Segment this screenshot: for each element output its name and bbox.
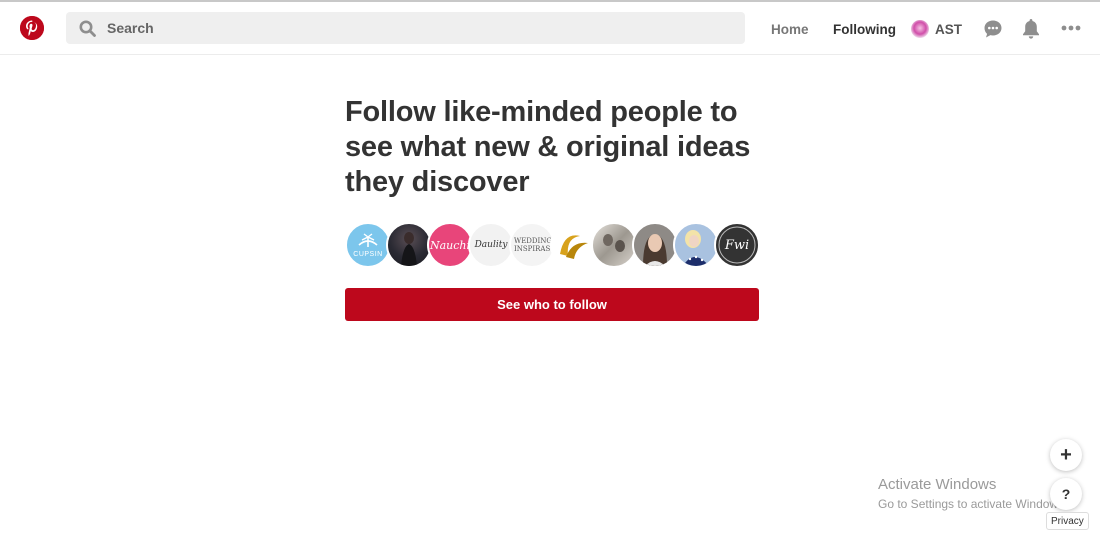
suggested-avatar[interactable]: CUPSIN [345, 222, 391, 268]
follow-promo: Follow like-minded people to see what ne… [345, 95, 760, 321]
suggested-avatars: CUPSIN Nauchi Daulity WEDDING INSPIRAS F… [345, 222, 760, 268]
bell-icon[interactable] [1021, 17, 1041, 39]
suggested-avatar[interactable] [550, 222, 596, 268]
search-icon [79, 19, 97, 37]
search-bar[interactable] [66, 12, 745, 44]
suggested-avatar[interactable] [386, 222, 432, 268]
suggested-avatar[interactable] [632, 222, 678, 268]
add-pin-button[interactable]: + [1050, 439, 1082, 471]
top-nav-bar: Home Following AST [0, 2, 1100, 55]
avatar-text: Nauchi [429, 238, 471, 252]
plus-icon: + [1060, 443, 1072, 466]
profile-name: AST [935, 21, 962, 37]
nav-following-link[interactable]: Following [833, 22, 896, 37]
avatar-text: WEDDING INSPIRAS [514, 237, 553, 253]
suggested-avatar[interactable]: WEDDING INSPIRAS [509, 222, 555, 268]
suggested-avatar[interactable]: Daulity [468, 222, 514, 268]
nav-home-link[interactable]: Home [771, 22, 809, 37]
suggested-avatar[interactable]: Nauchi [427, 222, 473, 268]
help-button[interactable]: ? [1050, 478, 1082, 510]
suggested-avatar[interactable] [591, 222, 637, 268]
avatar-text: Fwi [724, 237, 750, 253]
profile-link[interactable]: AST [911, 18, 962, 40]
suggested-avatar[interactable]: Fwi [714, 222, 760, 268]
avatar [911, 20, 929, 38]
suggested-avatar[interactable] [673, 222, 719, 268]
windows-activation-watermark: Activate Windows Go to Settings to activ… [878, 476, 1067, 511]
search-input[interactable] [107, 20, 707, 36]
avatar-text: CUPSIN [353, 251, 383, 258]
more-icon[interactable] [1060, 24, 1082, 32]
pinterest-logo-icon[interactable] [20, 16, 44, 40]
help-icon: ? [1061, 486, 1071, 502]
chat-icon[interactable] [982, 18, 1004, 40]
avatar-text: Daulity [474, 240, 508, 250]
page-title: Follow like-minded people to see what ne… [345, 96, 751, 198]
watermark-subtitle: Go to Settings to activate Windows. [878, 497, 1068, 511]
watermark-title: Activate Windows [878, 476, 997, 493]
privacy-link[interactable]: Privacy [1046, 512, 1089, 530]
see-who-to-follow-button[interactable]: See who to follow [345, 288, 759, 321]
